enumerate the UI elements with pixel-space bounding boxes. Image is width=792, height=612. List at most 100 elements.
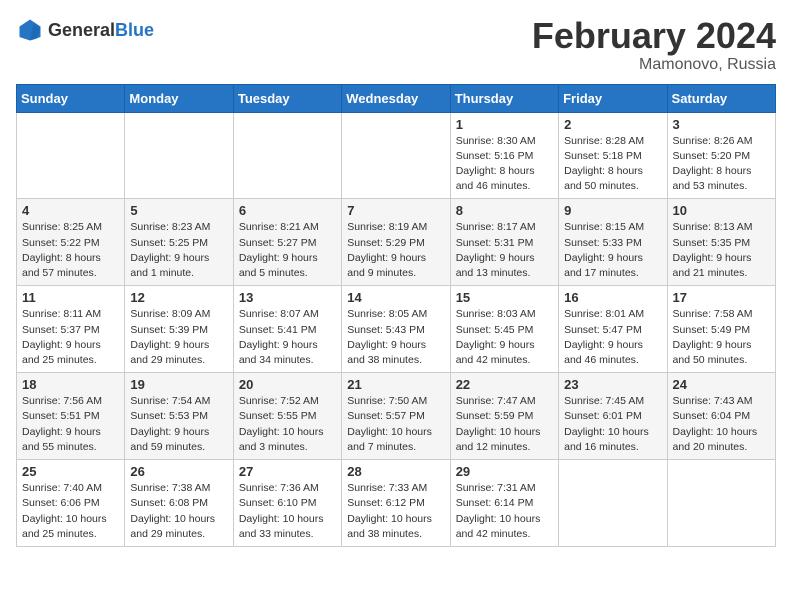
calendar-cell: 20Sunrise: 7:52 AM Sunset: 5:55 PM Dayli… (233, 373, 341, 460)
week-row-0: 1 Sunrise: 8:30 AM Sunset: 5:16 PM Daylig… (17, 112, 776, 199)
day-number: 2 (564, 117, 661, 132)
day-content: Sunrise: 8:28 AM Sunset: 5:18 PM Dayligh… (564, 134, 661, 195)
week-row-1: 4 Sunrise: 8:25 AM Sunset: 5:22 PM Daylig… (17, 199, 776, 286)
calendar-table: SundayMondayTuesdayWednesdayThursdayFrid… (16, 84, 776, 547)
calendar-cell: 5 Sunrise: 8:23 AM Sunset: 5:25 PM Daylig… (125, 199, 233, 286)
day-number: 18 (22, 377, 119, 392)
day-number: 26 (130, 464, 227, 479)
weekday-header-friday: Friday (559, 84, 667, 112)
day-number: 27 (239, 464, 336, 479)
logo-icon (16, 16, 44, 44)
day-content: Sunrise: 7:50 AM Sunset: 5:57 PM Dayligh… (347, 394, 444, 455)
day-number: 16 (564, 290, 661, 305)
weekday-header-thursday: Thursday (450, 84, 558, 112)
day-number: 6 (239, 203, 336, 218)
day-content: Sunrise: 8:17 AM Sunset: 5:31 PM Dayligh… (456, 220, 553, 281)
calendar-cell: 6Sunrise: 8:21 AM Sunset: 5:27 PM Daylig… (233, 199, 341, 286)
calendar-cell (559, 460, 667, 547)
day-number: 21 (347, 377, 444, 392)
weekday-header-row: SundayMondayTuesdayWednesdayThursdayFrid… (17, 84, 776, 112)
day-number: 22 (456, 377, 553, 392)
calendar-cell: 12 Sunrise: 8:09 AM Sunset: 5:39 PM Dayli… (125, 286, 233, 373)
calendar-cell: 28 Sunrise: 7:33 AM Sunset: 6:12 PM Dayli… (342, 460, 450, 547)
calendar-cell: 19Sunrise: 7:54 AM Sunset: 5:53 PM Dayli… (125, 373, 233, 460)
calendar-cell: 22 Sunrise: 7:47 AM Sunset: 5:59 PM Dayli… (450, 373, 558, 460)
calendar-cell: 4 Sunrise: 8:25 AM Sunset: 5:22 PM Daylig… (17, 199, 125, 286)
day-content: Sunrise: 8:30 AM Sunset: 5:16 PM Dayligh… (456, 134, 553, 195)
day-content: Sunrise: 7:56 AM Sunset: 5:51 PM Dayligh… (22, 394, 119, 455)
weekday-header-tuesday: Tuesday (233, 84, 341, 112)
day-number: 9 (564, 203, 661, 218)
calendar-cell: 25Sunrise: 7:40 AM Sunset: 6:06 PM Dayli… (17, 460, 125, 547)
day-content: Sunrise: 7:47 AM Sunset: 5:59 PM Dayligh… (456, 394, 553, 455)
calendar-cell: 17 Sunrise: 7:58 AM Sunset: 5:49 PM Dayli… (667, 286, 775, 373)
calendar-cell: 8 Sunrise: 8:17 AM Sunset: 5:31 PM Daylig… (450, 199, 558, 286)
week-row-3: 18 Sunrise: 7:56 AM Sunset: 5:51 PM Dayli… (17, 373, 776, 460)
day-content: Sunrise: 8:26 AM Sunset: 5:20 PM Dayligh… (673, 134, 770, 195)
day-number: 10 (673, 203, 770, 218)
calendar-cell (667, 460, 775, 547)
calendar-cell: 15 Sunrise: 8:03 AM Sunset: 5:45 PM Dayli… (450, 286, 558, 373)
day-number: 1 (456, 117, 553, 132)
day-content: Sunrise: 8:07 AM Sunset: 5:41 PM Dayligh… (239, 307, 336, 368)
day-number: 7 (347, 203, 444, 218)
day-content: Sunrise: 8:09 AM Sunset: 5:39 PM Dayligh… (130, 307, 227, 368)
month-title: February 2024 (532, 16, 776, 56)
day-content: Sunrise: 8:13 AM Sunset: 5:35 PM Dayligh… (673, 220, 770, 281)
calendar-cell (125, 112, 233, 199)
calendar-cell: 18 Sunrise: 7:56 AM Sunset: 5:51 PM Dayli… (17, 373, 125, 460)
day-number: 11 (22, 290, 119, 305)
calendar-cell: 26 Sunrise: 7:38 AM Sunset: 6:08 PM Dayli… (125, 460, 233, 547)
day-number: 20 (239, 377, 336, 392)
calendar-cell: 27 Sunrise: 7:36 AM Sunset: 6:10 PM Dayli… (233, 460, 341, 547)
calendar-cell: 9Sunrise: 8:15 AM Sunset: 5:33 PM Daylig… (559, 199, 667, 286)
day-number: 8 (456, 203, 553, 218)
day-number: 24 (673, 377, 770, 392)
day-number: 23 (564, 377, 661, 392)
calendar-cell: 14 Sunrise: 8:05 AM Sunset: 5:43 PM Dayli… (342, 286, 450, 373)
title-area: February 2024 Mamonovo, Russia (532, 16, 776, 74)
week-row-2: 11 Sunrise: 8:11 AM Sunset: 5:37 PM Dayli… (17, 286, 776, 373)
day-number: 14 (347, 290, 444, 305)
week-row-4: 25Sunrise: 7:40 AM Sunset: 6:06 PM Dayli… (17, 460, 776, 547)
weekday-header-wednesday: Wednesday (342, 84, 450, 112)
day-number: 19 (130, 377, 227, 392)
day-content: Sunrise: 8:19 AM Sunset: 5:29 PM Dayligh… (347, 220, 444, 281)
weekday-header-sunday: Sunday (17, 84, 125, 112)
day-number: 28 (347, 464, 444, 479)
day-content: Sunrise: 8:23 AM Sunset: 5:25 PM Dayligh… (130, 220, 227, 281)
day-number: 29 (456, 464, 553, 479)
calendar-cell: 29 Sunrise: 7:31 AM Sunset: 6:14 PM Dayli… (450, 460, 558, 547)
weekday-header-monday: Monday (125, 84, 233, 112)
weekday-header-saturday: Saturday (667, 84, 775, 112)
day-number: 12 (130, 290, 227, 305)
day-content: Sunrise: 7:38 AM Sunset: 6:08 PM Dayligh… (130, 481, 227, 542)
day-number: 15 (456, 290, 553, 305)
calendar-cell: 23 Sunrise: 7:45 AM Sunset: 6:01 PM Dayli… (559, 373, 667, 460)
calendar-cell: 21 Sunrise: 7:50 AM Sunset: 5:57 PM Dayli… (342, 373, 450, 460)
day-content: Sunrise: 8:01 AM Sunset: 5:47 PM Dayligh… (564, 307, 661, 368)
calendar-cell: 13Sunrise: 8:07 AM Sunset: 5:41 PM Dayli… (233, 286, 341, 373)
day-content: Sunrise: 7:45 AM Sunset: 6:01 PM Dayligh… (564, 394, 661, 455)
day-number: 17 (673, 290, 770, 305)
day-content: Sunrise: 7:58 AM Sunset: 5:49 PM Dayligh… (673, 307, 770, 368)
day-content: Sunrise: 7:33 AM Sunset: 6:12 PM Dayligh… (347, 481, 444, 542)
calendar-cell: 24Sunrise: 7:43 AM Sunset: 6:04 PM Dayli… (667, 373, 775, 460)
calendar-cell: 3Sunrise: 8:26 AM Sunset: 5:20 PM Daylig… (667, 112, 775, 199)
day-content: Sunrise: 7:31 AM Sunset: 6:14 PM Dayligh… (456, 481, 553, 542)
day-content: Sunrise: 8:03 AM Sunset: 5:45 PM Dayligh… (456, 307, 553, 368)
calendar-cell (233, 112, 341, 199)
day-content: Sunrise: 8:11 AM Sunset: 5:37 PM Dayligh… (22, 307, 119, 368)
calendar-cell (17, 112, 125, 199)
day-number: 4 (22, 203, 119, 218)
calendar-cell: 16 Sunrise: 8:01 AM Sunset: 5:47 PM Dayli… (559, 286, 667, 373)
day-content: Sunrise: 7:36 AM Sunset: 6:10 PM Dayligh… (239, 481, 336, 542)
logo: GeneralBlue (16, 16, 154, 44)
location-title: Mamonovo, Russia (532, 56, 776, 74)
day-number: 5 (130, 203, 227, 218)
page-header: GeneralBlue February 2024 Mamonovo, Russ… (16, 16, 776, 74)
day-content: Sunrise: 8:25 AM Sunset: 5:22 PM Dayligh… (22, 220, 119, 281)
calendar-cell: 1 Sunrise: 8:30 AM Sunset: 5:16 PM Daylig… (450, 112, 558, 199)
day-number: 25 (22, 464, 119, 479)
day-content: Sunrise: 8:05 AM Sunset: 5:43 PM Dayligh… (347, 307, 444, 368)
